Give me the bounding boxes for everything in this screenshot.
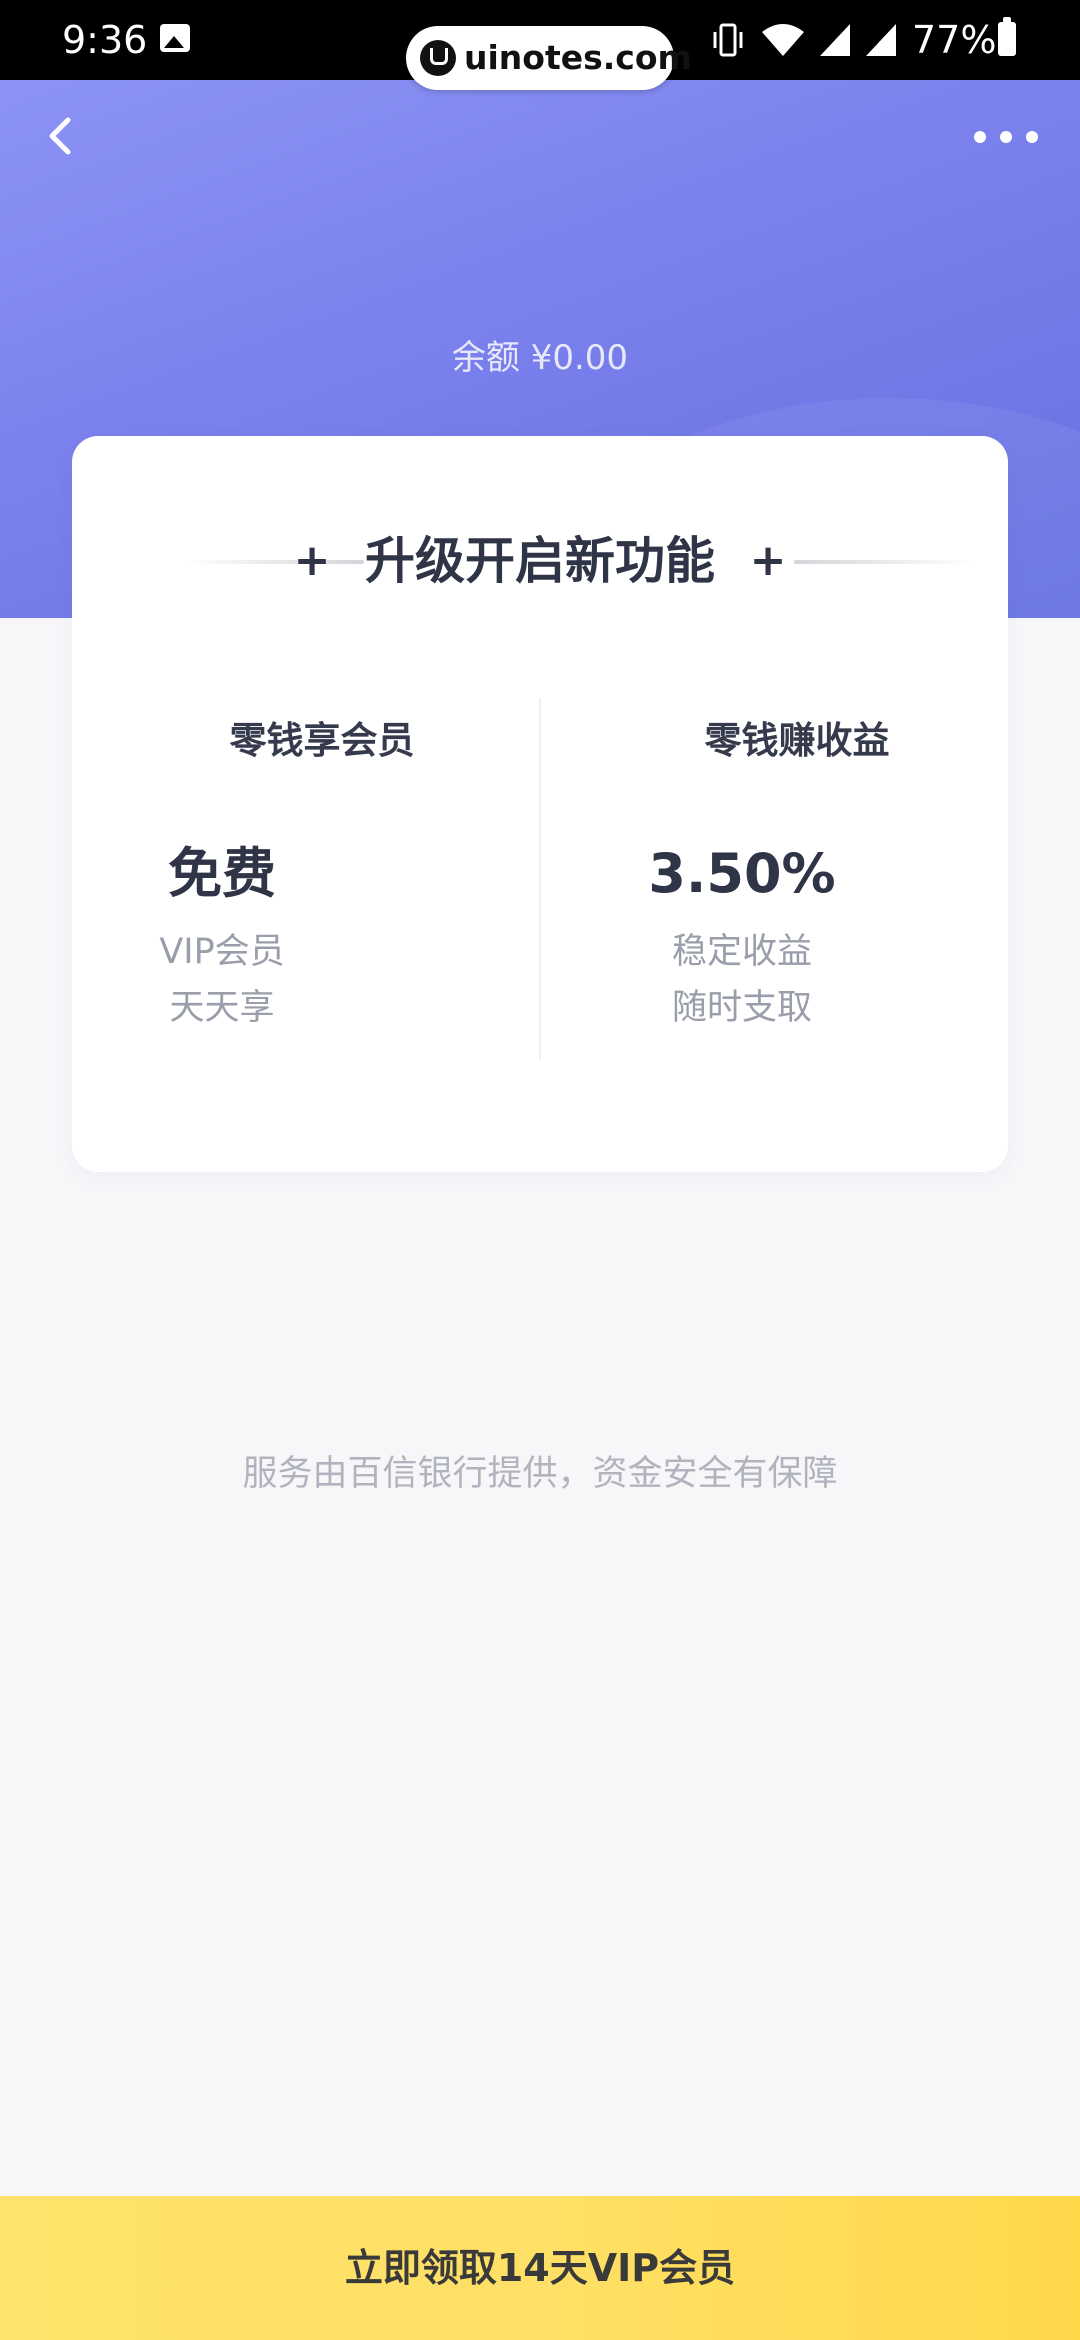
plus-icon: + bbox=[293, 535, 331, 586]
feature-yield-desc-line1: 稳定收益 bbox=[671, 932, 812, 972]
feature-vip-heading: 零钱享会员 bbox=[229, 719, 415, 762]
title-decor-line-right bbox=[794, 560, 974, 564]
feature-vip-desc-line2: 天天享 bbox=[169, 988, 275, 1028]
feature-yield-desc-line2: 随时支取 bbox=[671, 988, 812, 1028]
back-button[interactable] bbox=[34, 108, 90, 164]
status-time: 9:36 bbox=[62, 18, 148, 62]
battery-percentage: 77% bbox=[912, 18, 997, 62]
gallery-notification-icon bbox=[160, 24, 190, 52]
more-options-button[interactable] bbox=[966, 112, 1046, 162]
claim-vip-button-label: 立即领取14天VIP会员 bbox=[344, 2246, 736, 2290]
watermark-logo-icon bbox=[420, 40, 456, 76]
cell-signal-icon bbox=[820, 24, 850, 56]
feature-yield-desc: 稳定收益 随时支取 bbox=[532, 924, 952, 1036]
claim-vip-button[interactable]: 立即领取14天VIP会员 bbox=[0, 2196, 1080, 2340]
watermark-badge: uinotes.com bbox=[406, 26, 692, 90]
feature-yield-heading: 零钱赚收益 bbox=[704, 719, 890, 762]
title-decor-line-left bbox=[184, 560, 364, 564]
feature-card: + 升级开启新功能 + 零钱享会员 免费 VIP会员 天天享 零钱赚收益 3.5… bbox=[72, 436, 1008, 1172]
card-title: 升级开启新功能 bbox=[365, 532, 715, 590]
watermark-text: uinotes.com bbox=[464, 38, 692, 77]
feature-yield-value: 3.50% bbox=[648, 842, 836, 905]
feature-yield-column: 零钱赚收益 3.50% 稳定收益 随时支取 bbox=[572, 716, 992, 1036]
plus-icon: + bbox=[749, 535, 787, 586]
page: 9:36 77% uinotes.com 余额 ¥0.00 + 升级开启新功能 … bbox=[0, 0, 1080, 2340]
feature-vip-desc: VIP会员 天天享 bbox=[12, 924, 432, 1036]
feature-vip-column: 零钱享会员 免费 VIP会员 天天享 bbox=[102, 716, 522, 1036]
battery-icon bbox=[998, 17, 1016, 56]
feature-vip-value: 免费 bbox=[168, 842, 276, 905]
cell-signal-icon bbox=[866, 24, 896, 56]
card-title-row: + 升级开启新功能 + bbox=[72, 526, 1008, 596]
feature-vip-desc-line1: VIP会员 bbox=[159, 932, 285, 972]
wifi-icon bbox=[762, 24, 804, 56]
vibrate-icon bbox=[713, 23, 743, 57]
balance-amount: 余额 ¥0.00 bbox=[451, 338, 629, 378]
service-provider-note: 服务由百信银行提供，资金安全有保障 bbox=[242, 1454, 838, 1494]
